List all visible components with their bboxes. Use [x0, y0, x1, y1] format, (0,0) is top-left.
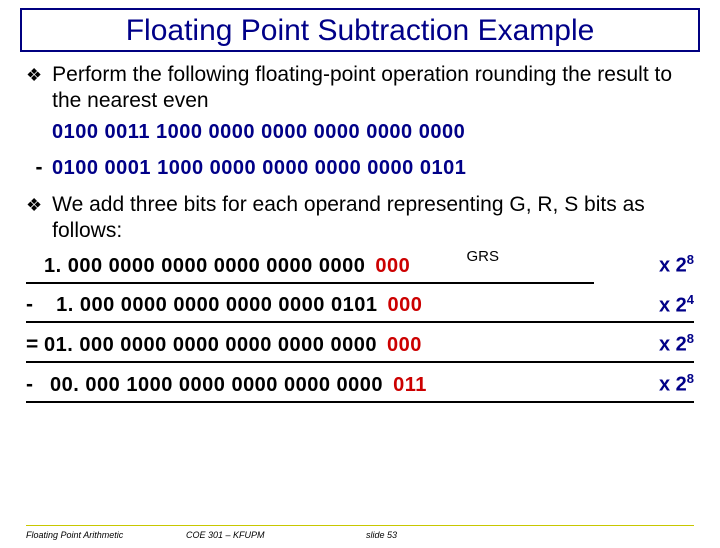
footer: Floating Point Arithmetic COE 301 – KFUP…	[0, 525, 720, 540]
footer-rule	[26, 525, 694, 526]
diamond-icon: ❖	[26, 195, 42, 216]
operand-a: 0100 0011 1000 0000 0000 0000 0000 0000	[52, 121, 694, 144]
calc-mult-2: x 24	[614, 292, 694, 318]
calc-row-1: 1. 000 0000 0000 0000 0000 0000 000 x 28	[26, 252, 694, 278]
calc-grs-2: 000	[388, 294, 423, 316]
calc-op-2: -	[26, 293, 44, 317]
calc-mantissa-4: 00. 000 1000 0000 0000 0000 0000 011	[44, 374, 614, 397]
calc-grs-4: 011	[393, 374, 427, 396]
bullet-1: ❖ Perform the following floating-point o…	[26, 62, 694, 115]
footer-course: COE 301 – KFUPM	[186, 530, 366, 540]
operand-b-row: - 0100 0001 1000 0000 0000 0000 0000 010…	[26, 156, 694, 180]
slide-title-box: Floating Point Subtraction Example	[20, 8, 700, 52]
calc-row-4: - 00. 000 1000 0000 0000 0000 0000 011 x…	[26, 371, 694, 397]
calc-mantissa-3: 01. 000 0000 0000 0000 0000 0000 000	[44, 334, 614, 357]
calc-grs-1: 000	[375, 255, 410, 277]
minus-op-1: -	[26, 156, 52, 180]
calc-row-3: = 01. 000 0000 0000 0000 0000 0000 000 x…	[26, 331, 694, 357]
calc-row-2: - 1. 000 0000 0000 0000 0000 0101 000 x …	[26, 292, 694, 318]
rule-2	[26, 321, 694, 323]
rule-3	[26, 361, 694, 363]
calc-grs-3: 000	[387, 334, 422, 356]
grs-label: GRS	[466, 248, 499, 265]
bullet-2-text: We add three bits for each operand repre…	[52, 192, 694, 245]
slide-title: Floating Point Subtraction Example	[22, 14, 698, 48]
calc-mult-1: x 28	[614, 252, 694, 278]
calc-mult-3: x 28	[614, 331, 694, 357]
rule-1	[26, 282, 594, 284]
calc-op-4: -	[26, 373, 44, 397]
bullet-2: ❖ We add three bits for each operand rep…	[26, 192, 694, 245]
operand-b: 0100 0001 1000 0000 0000 0000 0000 0101	[52, 157, 466, 180]
bullet-1-text: Perform the following floating-point ope…	[52, 62, 694, 115]
rule-4	[26, 401, 694, 403]
footer-topic: Floating Point Arithmetic	[26, 530, 186, 540]
footer-slide-num: slide 53	[366, 530, 397, 540]
calc-mult-4: x 28	[614, 371, 694, 397]
calc-mantissa-2: 1. 000 0000 0000 0000 0000 0101 000	[44, 294, 614, 317]
calc-mantissa-1: 1. 000 0000 0000 0000 0000 0000 000	[44, 255, 614, 278]
diamond-icon: ❖	[26, 65, 42, 86]
calc-op-3: =	[26, 333, 44, 357]
